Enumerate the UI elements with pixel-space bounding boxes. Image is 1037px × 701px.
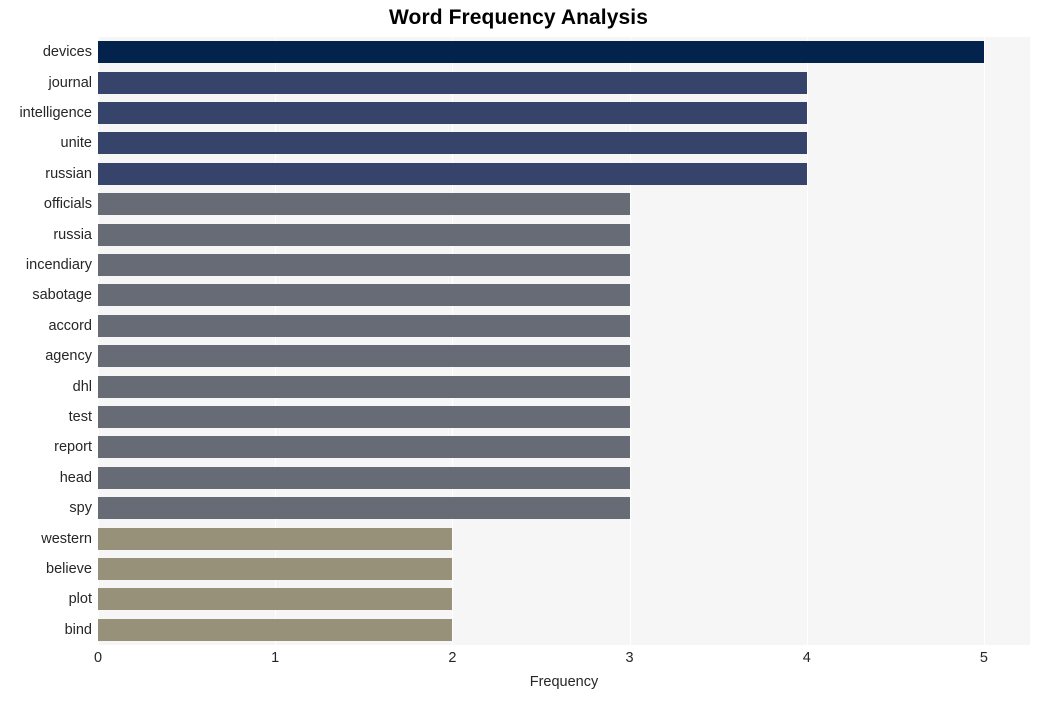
y-tick-label-dhl: dhl xyxy=(72,378,92,395)
y-tick-label-plot: plot xyxy=(68,591,92,608)
y-tick-label-russia: russia xyxy=(53,226,92,243)
x-axis-tick-labels: 0 1 2 3 4 5 xyxy=(0,650,1037,672)
y-tick-label-believe: believe xyxy=(46,561,92,577)
x-tick-label-4: 4 xyxy=(802,650,811,666)
gridline-2 xyxy=(452,37,454,645)
x-tick-label-0: 0 xyxy=(93,650,103,666)
bar-russian[interactable] xyxy=(98,162,807,185)
y-tick-label-unite: unite xyxy=(60,135,92,152)
bar-agency[interactable] xyxy=(98,345,630,368)
word-frequency-chart: Word Frequency Analysis devices journal in… xyxy=(0,0,1037,701)
bar-intelligence[interactable] xyxy=(98,102,807,124)
gridline-0 xyxy=(98,37,99,645)
bar-believe[interactable] xyxy=(98,558,453,580)
y-tick-label-bind: bind xyxy=(64,621,92,638)
x-tick-label-2: 2 xyxy=(448,650,457,666)
gridline-1 xyxy=(275,37,277,645)
chart-title: Word Frequency Analysis xyxy=(388,6,649,29)
bar-russia[interactable] xyxy=(98,223,630,246)
x-tick-label-1: 1 xyxy=(271,650,280,666)
gridline-4 xyxy=(806,37,808,645)
gridline-5 xyxy=(983,37,985,645)
y-axis-tick-labels: devices journal intelligence unite russian of… xyxy=(0,37,92,645)
bar-report[interactable] xyxy=(98,436,630,459)
bar-incendiary[interactable] xyxy=(98,254,630,276)
y-tick-label-spy: spy xyxy=(69,500,92,517)
y-tick-label-agency: agency xyxy=(45,348,92,365)
y-tick-label-intelligence: intelligence xyxy=(19,105,92,121)
bar-test[interactable] xyxy=(98,406,630,428)
bar-officials[interactable] xyxy=(98,193,630,216)
y-tick-label-accord: accord xyxy=(48,317,92,334)
bar-accord[interactable] xyxy=(98,314,630,337)
y-tick-label-officials: officials xyxy=(43,196,92,213)
bar-head[interactable] xyxy=(98,466,630,489)
bar-journal[interactable] xyxy=(98,71,807,94)
bar-plot[interactable] xyxy=(98,588,453,611)
bar-unite[interactable] xyxy=(98,132,807,155)
y-tick-label-report: report xyxy=(54,439,92,456)
bar-dhl[interactable] xyxy=(98,375,630,398)
bar-bind[interactable] xyxy=(98,618,453,641)
y-tick-label-sabotage: sabotage xyxy=(32,287,92,304)
bar-western[interactable] xyxy=(98,527,453,550)
y-tick-label-incendiary: incendiary xyxy=(25,257,92,273)
y-tick-label-journal: journal xyxy=(48,74,92,91)
plot-area xyxy=(98,37,1030,645)
y-tick-label-test: test xyxy=(68,409,92,425)
bar-devices[interactable] xyxy=(98,41,984,64)
y-tick-label-head: head xyxy=(59,469,92,486)
x-tick-label-3: 3 xyxy=(625,650,634,666)
x-tick-label-5: 5 xyxy=(979,650,988,666)
y-tick-label-russian: russian xyxy=(45,165,92,182)
x-axis-title: Frequency xyxy=(529,674,599,690)
y-tick-label-devices: devices xyxy=(42,44,92,61)
bar-sabotage[interactable] xyxy=(98,284,630,307)
gridline-3 xyxy=(629,37,631,645)
bar-spy[interactable] xyxy=(98,497,630,520)
y-tick-label-western: western xyxy=(41,530,92,547)
